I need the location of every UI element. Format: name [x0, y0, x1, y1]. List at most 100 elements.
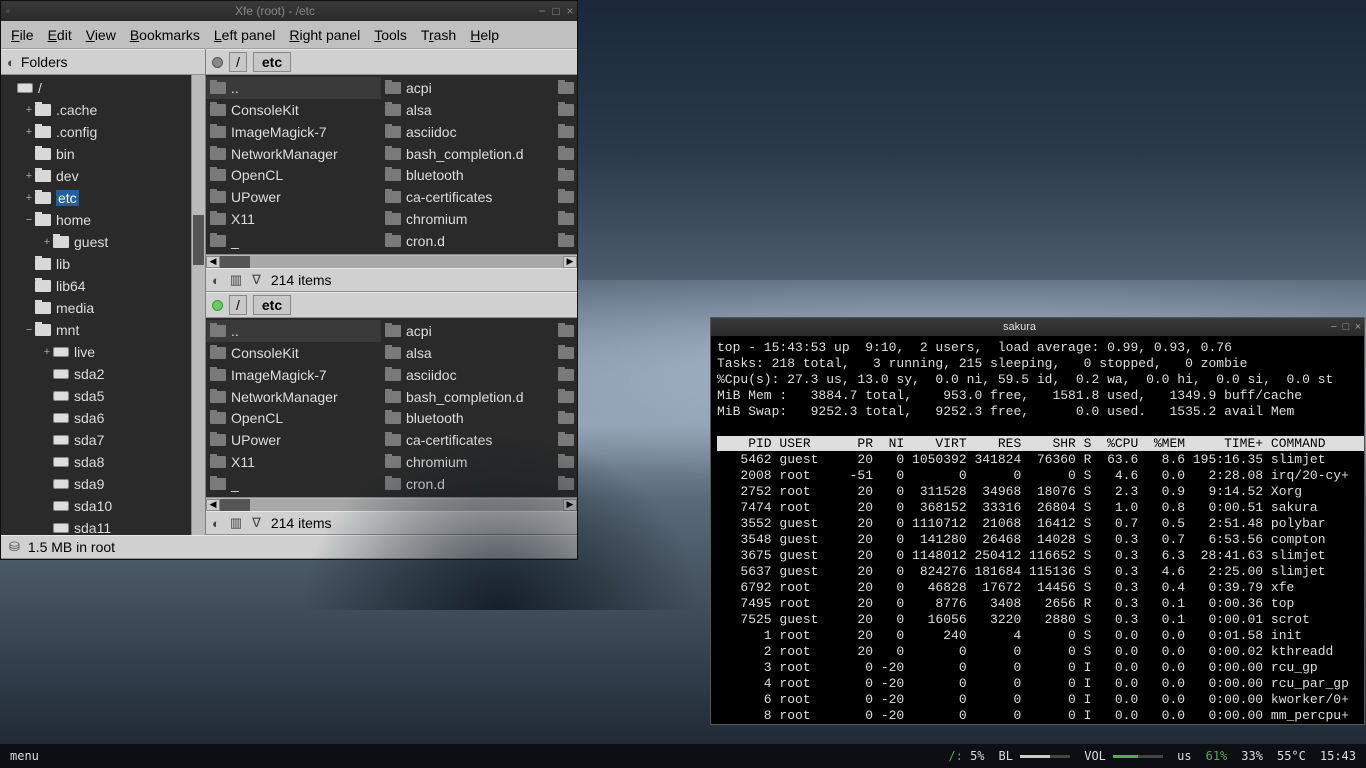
scroll-thumb[interactable] [220, 256, 250, 268]
bottom-panel-files[interactable]: ..ConsoleKitImageMagick-7NetworkManagerO… [206, 318, 577, 497]
expander-icon[interactable]: + [41, 236, 53, 248]
tree-item-config[interactable]: +.config [1, 121, 205, 143]
tree-item-bin[interactable]: bin [1, 143, 205, 165]
brightness-widget[interactable]: BL [999, 749, 1071, 763]
file-item[interactable]: OpenCL [206, 408, 381, 430]
file-item[interactable]: X11 [206, 451, 381, 473]
tree-item-mnt[interactable]: −mnt [1, 319, 205, 341]
scroll-track[interactable] [220, 499, 563, 511]
minimize-button[interactable]: − [535, 4, 549, 18]
menu-tools[interactable]: Tools [374, 27, 407, 43]
file-item[interactable]: ca-certificates [381, 429, 556, 451]
scroll-right-icon[interactable]: ▶ [563, 499, 577, 511]
tree-item-sda7[interactable]: sda7 [1, 429, 205, 451]
scroll-thumb[interactable] [220, 499, 250, 511]
crumb-etc[interactable]: etc [253, 295, 291, 315]
menu-launcher[interactable]: menu [10, 749, 39, 763]
folders-tree[interactable]: /+.cache+.configbin+dev+etc−home+guestli… [1, 75, 205, 535]
file-item[interactable]: ImageMagick-7 [206, 121, 381, 143]
menu-bookmarks[interactable]: Bookmarks [130, 27, 200, 43]
tree-item-etc[interactable]: +etc [1, 187, 205, 209]
file-item[interactable]: .. [206, 320, 381, 342]
thumbnails-icon[interactable]: ▥ [230, 515, 242, 531]
menu-left-panel[interactable]: Left panel [214, 27, 276, 43]
tree-item-media[interactable]: media [1, 297, 205, 319]
filter-icon[interactable]: ∇ [252, 515, 261, 531]
file-item[interactable]: bash_completion.d [381, 143, 556, 165]
file-item[interactable]: ConsoleKit [206, 342, 381, 364]
keyboard-layout[interactable]: us [1177, 749, 1191, 763]
expander-icon[interactable]: + [23, 104, 35, 116]
file-item[interactable]: ConsoleKit [206, 99, 381, 121]
file-item[interactable]: asciidoc [381, 121, 556, 143]
scroll-left-icon[interactable]: ◀ [206, 256, 220, 268]
file-item[interactable]: .. [206, 77, 381, 99]
crumb-root[interactable]: / [229, 295, 247, 315]
sakura-titlebar[interactable]: sakura − □ × [711, 318, 1364, 336]
menu-file[interactable]: File [11, 27, 34, 43]
tree-scrollbar[interactable] [191, 75, 205, 535]
tree-item-guest[interactable]: +guest [1, 231, 205, 253]
expander-icon[interactable]: + [23, 192, 35, 204]
tree-item-live[interactable]: +live [1, 341, 205, 363]
file-item[interactable]: bluetooth [381, 408, 556, 430]
file-item[interactable]: UPower [206, 186, 381, 208]
top-panel-files[interactable]: ..ConsoleKitImageMagick-7NetworkManagerO… [206, 75, 577, 254]
tree-item-lib[interactable]: lib [1, 253, 205, 275]
file-item[interactable]: asciidoc [381, 364, 556, 386]
menu-right-panel[interactable]: Right panel [289, 27, 360, 43]
file-item[interactable]: ca-certificates [381, 186, 556, 208]
close-button[interactable]: × [563, 4, 577, 18]
xfe-titlebar[interactable]: ◦ Xfe (root) - /etc − □ × [1, 1, 577, 21]
close-button[interactable]: × [1352, 321, 1364, 333]
tree-item-lib64[interactable]: lib64 [1, 275, 205, 297]
tree-item-sda5[interactable]: sda5 [1, 385, 205, 407]
file-item[interactable]: NetworkManager [206, 386, 381, 408]
tree-item-sda11[interactable]: sda11 [1, 517, 205, 535]
file-item[interactable]: alsa [381, 342, 556, 364]
thumbnails-icon[interactable]: ▥ [230, 272, 242, 288]
file-item[interactable]: UPower [206, 429, 381, 451]
tree-scroll-thumb[interactable] [193, 215, 204, 265]
file-item[interactable]: chromium [381, 451, 556, 473]
tree-item-sda6[interactable]: sda6 [1, 407, 205, 429]
tree-item-[interactable]: / [1, 77, 205, 99]
scroll-track[interactable] [220, 256, 563, 268]
volume-widget[interactable]: VOL [1084, 749, 1163, 763]
terminal-output[interactable]: top - 15:43:53 up 9:10, 2 users, load av… [711, 336, 1364, 724]
file-item[interactable]: NetworkManager [206, 143, 381, 165]
window-menu-icon[interactable]: ◦ [1, 4, 15, 18]
tree-item-dev[interactable]: +dev [1, 165, 205, 187]
maximize-button[interactable]: □ [549, 4, 563, 18]
file-item[interactable]: chromium [381, 208, 556, 230]
expander-icon[interactable]: + [23, 126, 35, 138]
menu-edit[interactable]: Edit [48, 27, 72, 43]
file-item[interactable]: bluetooth [381, 165, 556, 187]
menu-trash[interactable]: Trash [421, 27, 456, 43]
tree-item-home[interactable]: −home [1, 209, 205, 231]
file-item[interactable]: _ [206, 230, 381, 252]
maximize-button[interactable]: □ [1340, 321, 1352, 333]
file-item[interactable]: cron.d [381, 230, 556, 252]
scroll-right-icon[interactable]: ▶ [563, 256, 577, 268]
hidden-files-icon[interactable]: ◐ [212, 516, 220, 531]
file-item[interactable]: _ [206, 473, 381, 495]
panel-active-dot[interactable] [212, 57, 223, 68]
file-item[interactable]: ImageMagick-7 [206, 364, 381, 386]
expander-icon[interactable]: − [23, 324, 35, 336]
top-panel-hscroll[interactable]: ◀ ▶ [206, 254, 577, 268]
file-item[interactable]: bash_completion.d [381, 386, 556, 408]
expander-icon[interactable]: − [23, 214, 35, 226]
expander-icon[interactable]: + [23, 170, 35, 182]
file-item[interactable]: OpenCL [206, 165, 381, 187]
tree-item-sda9[interactable]: sda9 [1, 473, 205, 495]
tree-item-cache[interactable]: +.cache [1, 99, 205, 121]
crumb-etc[interactable]: etc [253, 52, 291, 72]
expander-icon[interactable]: + [41, 346, 53, 358]
scroll-left-icon[interactable]: ◀ [206, 499, 220, 511]
hidden-toggle-icon[interactable]: ◐ [7, 55, 15, 70]
tree-item-sda10[interactable]: sda10 [1, 495, 205, 517]
tree-item-sda2[interactable]: sda2 [1, 363, 205, 385]
tree-item-sda8[interactable]: sda8 [1, 451, 205, 473]
menu-view[interactable]: View [86, 27, 116, 43]
